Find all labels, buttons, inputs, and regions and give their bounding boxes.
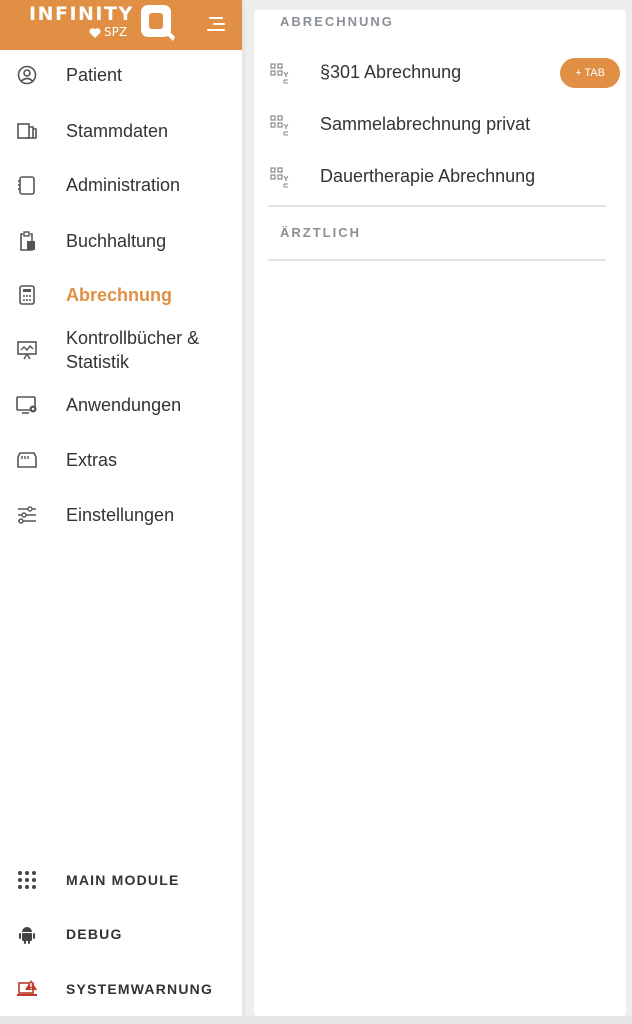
menu-entry-label: Sammelabrechnung privat bbox=[320, 114, 531, 134]
sidebar-item-kontrollbuecher[interactable]: Kontrollbücher & Statistik bbox=[0, 326, 242, 374]
sidebar-item-label: Stammdaten bbox=[66, 121, 169, 141]
main-module-button[interactable]: MAIN MODULE bbox=[0, 867, 242, 893]
menu-entry-301-abrechnung[interactable]: §301 Abrechnung + TAB bbox=[268, 54, 620, 94]
debug-button[interactable]: DEBUG bbox=[0, 921, 242, 947]
sidebar-item-label: Einstellungen bbox=[66, 505, 175, 525]
sidebar-item-label: Kontrollbücher & Statistik bbox=[66, 328, 200, 372]
sidebar-item-extras[interactable]: Extras bbox=[0, 447, 242, 473]
sidebar-item-einstellungen[interactable]: Einstellungen bbox=[0, 502, 242, 528]
sidebar-item-label: Buchhaltung bbox=[66, 231, 167, 251]
android-icon bbox=[19, 927, 35, 944]
brand-sub: SPZ bbox=[104, 25, 128, 39]
menu-entry-label: Dauertherapie Abrechnung bbox=[320, 166, 536, 186]
sidebar-item-buchhaltung[interactable]: Buchhaltung bbox=[0, 228, 242, 254]
section-divider bbox=[268, 259, 606, 261]
brand-header: INFINITY SPZ bbox=[0, 0, 242, 50]
sidebar: INFINITY SPZ Patient Stammdaten Administ… bbox=[0, 0, 242, 1016]
sliders-icon bbox=[18, 506, 36, 524]
menu-toggle-icon[interactable] bbox=[205, 15, 227, 33]
files-icon bbox=[17, 123, 37, 139]
brand-q-logo-icon bbox=[141, 5, 175, 41]
sidebar-item-label: Abrechnung bbox=[66, 285, 172, 305]
systemwarnung-button[interactable]: SYSTEMWARNUNG bbox=[0, 976, 242, 1002]
sidebar-item-stammdaten[interactable]: Stammdaten bbox=[0, 118, 242, 144]
qr-code-icon bbox=[270, 167, 289, 188]
sidebar-item-label: Anwendungen bbox=[66, 395, 182, 415]
menu-entry-sammelabrechnung-privat[interactable]: Sammelabrechnung privat bbox=[268, 106, 612, 146]
sidebar-item-abrechnung[interactable]: Abrechnung bbox=[0, 282, 242, 308]
sidebar-item-label: Administration bbox=[66, 175, 181, 195]
horizontal-scrollbar[interactable] bbox=[0, 1016, 632, 1024]
menu-entry-dauertherapie-abrechnung[interactable]: Dauertherapie Abrechnung bbox=[268, 158, 612, 198]
grid-dots-icon bbox=[18, 871, 36, 889]
add-tab-button[interactable]: + TAB bbox=[560, 58, 620, 88]
clipboard-calculator-icon bbox=[20, 231, 35, 251]
presentation-chart-icon bbox=[17, 341, 37, 360]
sidebar-item-administration[interactable]: Administration bbox=[0, 172, 242, 198]
monitor-gear-icon bbox=[16, 396, 37, 414]
section-divider bbox=[268, 205, 606, 207]
folder-box-icon bbox=[17, 452, 37, 468]
notebook-icon bbox=[18, 176, 35, 195]
sidebar-item-label: Extras bbox=[66, 450, 118, 470]
section-title-aerztlich: ÄRZTLICH bbox=[280, 225, 361, 240]
sidebar-item-label: Patient bbox=[66, 65, 123, 85]
heart-icon bbox=[89, 28, 101, 38]
sidebar-item-anwendungen[interactable]: Anwendungen bbox=[0, 392, 242, 418]
systemwarnung-label: SYSTEMWARNUNG bbox=[66, 981, 214, 997]
qr-code-icon bbox=[270, 63, 289, 84]
debug-label: DEBUG bbox=[66, 926, 123, 942]
section-title-abrechnung: ABRECHNUNG bbox=[280, 14, 394, 29]
laptop-warning-icon bbox=[17, 980, 37, 996]
menu-entry-label: §301 Abrechnung bbox=[320, 62, 462, 82]
brand-name: INFINITY bbox=[29, 3, 134, 25]
sidebar-item-patient[interactable]: Patient bbox=[0, 62, 242, 88]
qr-code-icon bbox=[270, 115, 289, 136]
submenu-panel: ABRECHNUNG §301 Abrechnung + TAB Sammela… bbox=[254, 10, 626, 1016]
user-circle-icon bbox=[17, 65, 37, 85]
calculator-icon bbox=[19, 285, 35, 305]
main-module-label: MAIN MODULE bbox=[66, 872, 180, 888]
